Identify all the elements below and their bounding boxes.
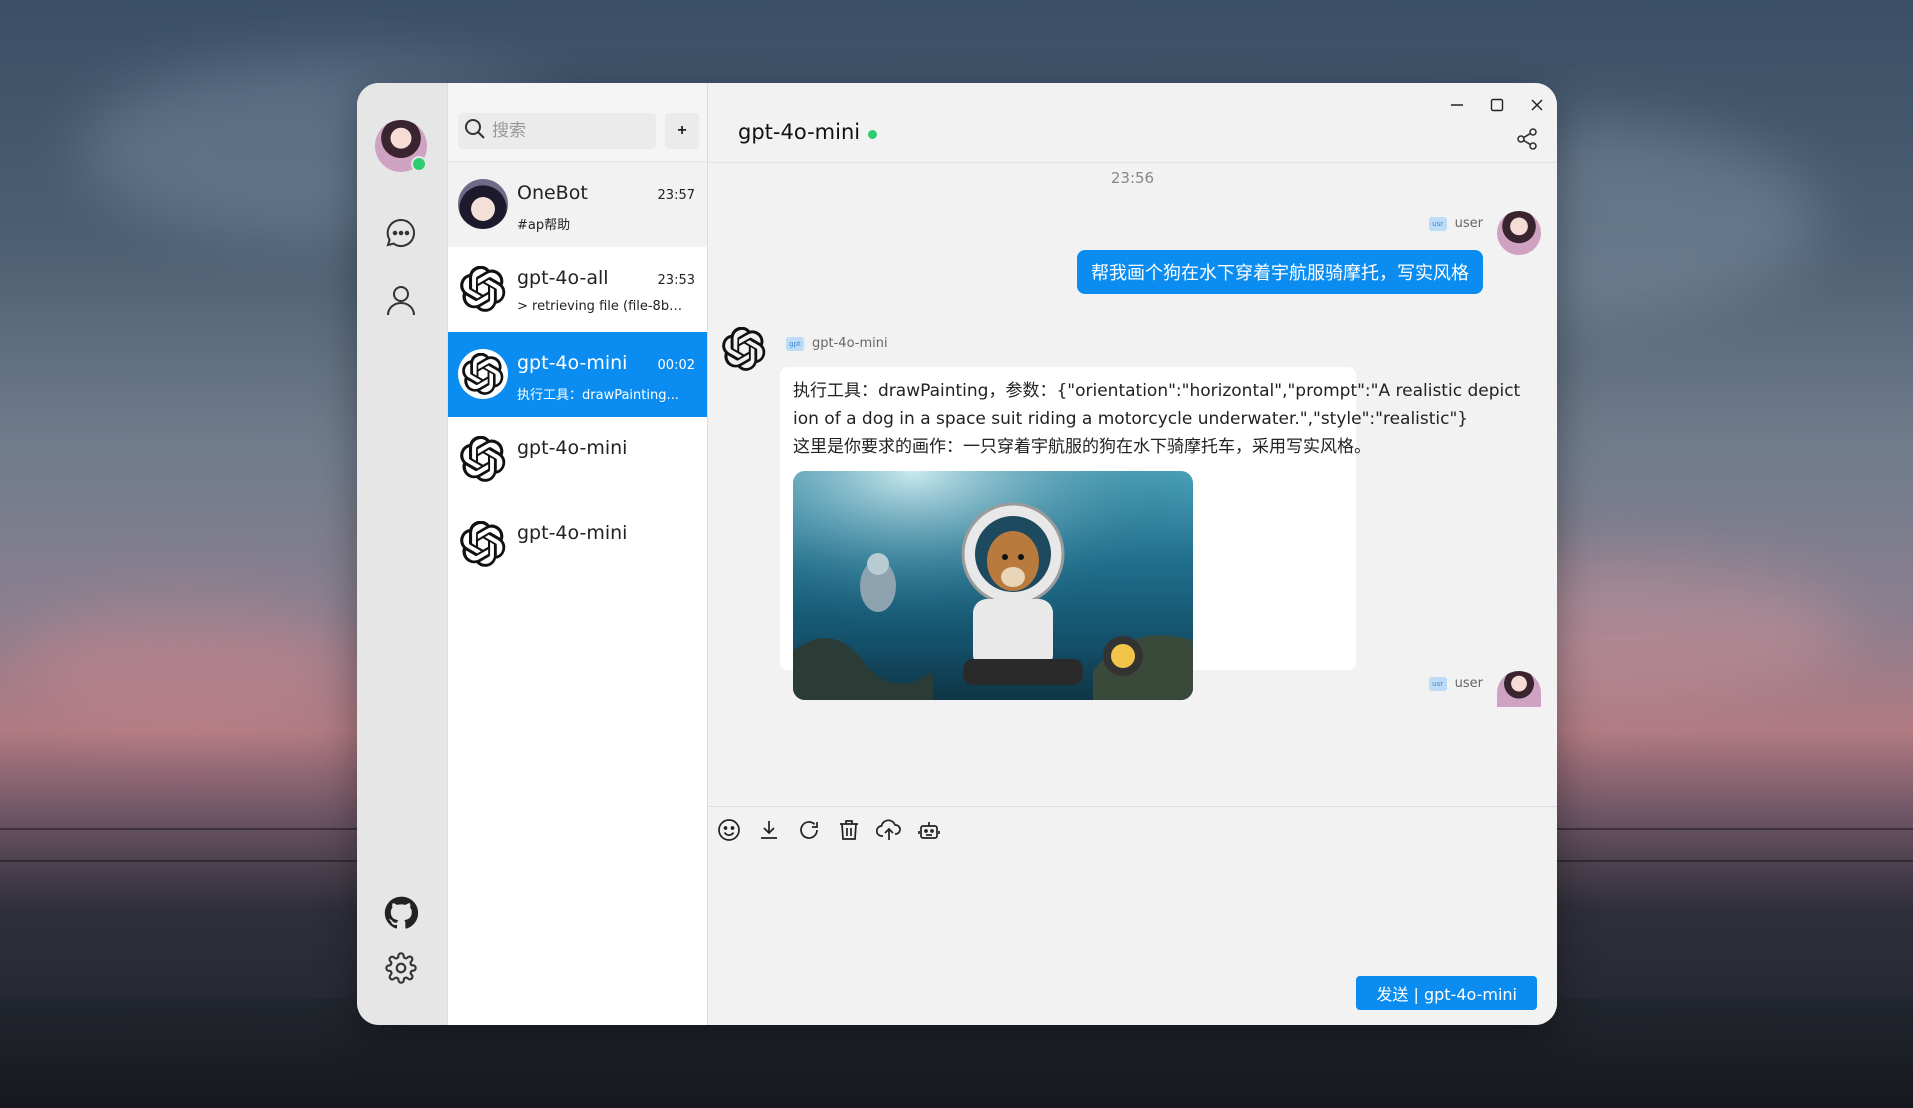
- conversation-time: 23:53: [657, 273, 695, 288]
- conversation-item-gpt-4o-mini-3[interactable]: gpt-4o-mini: [448, 502, 707, 587]
- online-status-dot: [868, 129, 878, 139]
- send-button[interactable]: 发送 | gpt-4o-mini: [1356, 976, 1537, 1010]
- message-composer: 发送 | gpt-4o-mini: [708, 806, 1557, 1025]
- onebot-avatar: [458, 179, 508, 229]
- openai-logo-icon: [458, 349, 508, 399]
- user-tag-icon: usr: [1428, 676, 1447, 691]
- bot-name: gpt-4o-mini: [812, 336, 888, 351]
- share-icon[interactable]: [1515, 127, 1539, 151]
- conversation-time: 00:02: [657, 358, 695, 373]
- openai-logo-icon: [722, 327, 766, 371]
- bot-message-bubble[interactable]: 执行工具：drawPainting，参数：{"orientation":"hor…: [780, 367, 1521, 700]
- chat-panel: gpt-4o-mini 23:56 23:56: [708, 83, 1557, 1025]
- conversation-preview: #ap帮助: [517, 218, 571, 233]
- user-label: user: [1454, 676, 1483, 691]
- user-avatar[interactable]: [1497, 671, 1541, 707]
- conversation-time: 23:57: [657, 188, 695, 203]
- bot-text-line: 执行工具：drawPainting，参数：{"orientation":"hor…: [793, 381, 1521, 401]
- bot-message-meta: gpt gpt-4o-mini: [786, 336, 888, 351]
- user-icon[interactable]: [383, 282, 419, 318]
- bot-tag-icon: gpt: [786, 336, 804, 351]
- user-message-meta: usr user: [1428, 216, 1483, 231]
- online-status-dot: [411, 156, 427, 172]
- conversation-preview: 执行工具：drawPainting...: [517, 388, 679, 403]
- conversation-name: gpt-4o-mini: [517, 352, 628, 374]
- conversation-list: + OneBot 23:57 #ap帮助 gpt-4o-all 23:53 > …: [448, 83, 708, 1025]
- download-icon[interactable]: [754, 815, 784, 845]
- conversation-item-gpt-4o-mini-active[interactable]: gpt-4o-mini 00:02 执行工具：drawPainting...: [448, 332, 707, 417]
- search-box[interactable]: [458, 113, 656, 149]
- bot-text-line: 这里是你要求的画作：一只穿着宇航服的狗在水下骑摩托车，采用写实风格。: [793, 437, 1371, 457]
- user-tag-icon: usr: [1428, 216, 1447, 231]
- close-icon[interactable]: [1523, 93, 1551, 117]
- user-label: user: [1454, 216, 1483, 231]
- conversation-name: gpt-4o-all: [517, 267, 609, 289]
- chat-bubble-icon[interactable]: [383, 215, 419, 251]
- openai-logo-icon: [458, 519, 508, 569]
- refresh-icon[interactable]: [794, 815, 824, 845]
- openai-logo-icon: [458, 434, 508, 484]
- minimize-icon[interactable]: [1443, 93, 1471, 117]
- message-timestamp-visible: 23:56: [1110, 169, 1155, 187]
- user-avatar[interactable]: [1497, 211, 1541, 255]
- gear-icon[interactable]: [383, 950, 419, 986]
- emoji-icon[interactable]: [714, 815, 744, 845]
- user-message-meta: usr user: [1428, 676, 1483, 691]
- conversation-name: gpt-4o-mini: [517, 522, 628, 544]
- openai-logo-icon: [458, 264, 508, 314]
- github-icon[interactable]: [383, 895, 419, 931]
- conversation-preview: > retrieving file (file-8bP...: [517, 299, 687, 314]
- maximize-icon[interactable]: [1483, 93, 1511, 117]
- chat-title: gpt-4o-mini: [738, 120, 878, 144]
- generated-painting-image[interactable]: [793, 471, 1193, 700]
- trash-icon[interactable]: [834, 815, 864, 845]
- conversation-item-gpt-4o-mini-2[interactable]: gpt-4o-mini: [448, 417, 707, 502]
- nav-rail: [357, 83, 448, 1025]
- conversation-name: OneBot: [517, 182, 588, 204]
- upload-cloud-icon[interactable]: [874, 815, 904, 845]
- user-message-bubble[interactable]: 帮我画个狗在水下穿着宇航服骑摩托，写实风格: [1077, 250, 1483, 294]
- robot-icon[interactable]: [914, 815, 944, 845]
- conversation-item-gpt-4o-all[interactable]: gpt-4o-all 23:53 > retrieving file (file…: [448, 247, 707, 332]
- conversation-name: gpt-4o-mini: [517, 437, 628, 459]
- chat-title-text: gpt-4o-mini: [738, 120, 861, 144]
- search-icon: [464, 118, 486, 144]
- app-window: + OneBot 23:57 #ap帮助 gpt-4o-all 23:53 > …: [357, 83, 1557, 1025]
- bot-text-line: ion of a dog in a space suit riding a mo…: [793, 409, 1469, 429]
- add-conversation-button[interactable]: +: [665, 113, 699, 149]
- search-bar: +: [448, 83, 707, 162]
- search-input[interactable]: [492, 121, 652, 141]
- chat-header: gpt-4o-mini: [708, 83, 1557, 163]
- conversation-item-onebot[interactable]: OneBot 23:57 #ap帮助: [448, 162, 707, 247]
